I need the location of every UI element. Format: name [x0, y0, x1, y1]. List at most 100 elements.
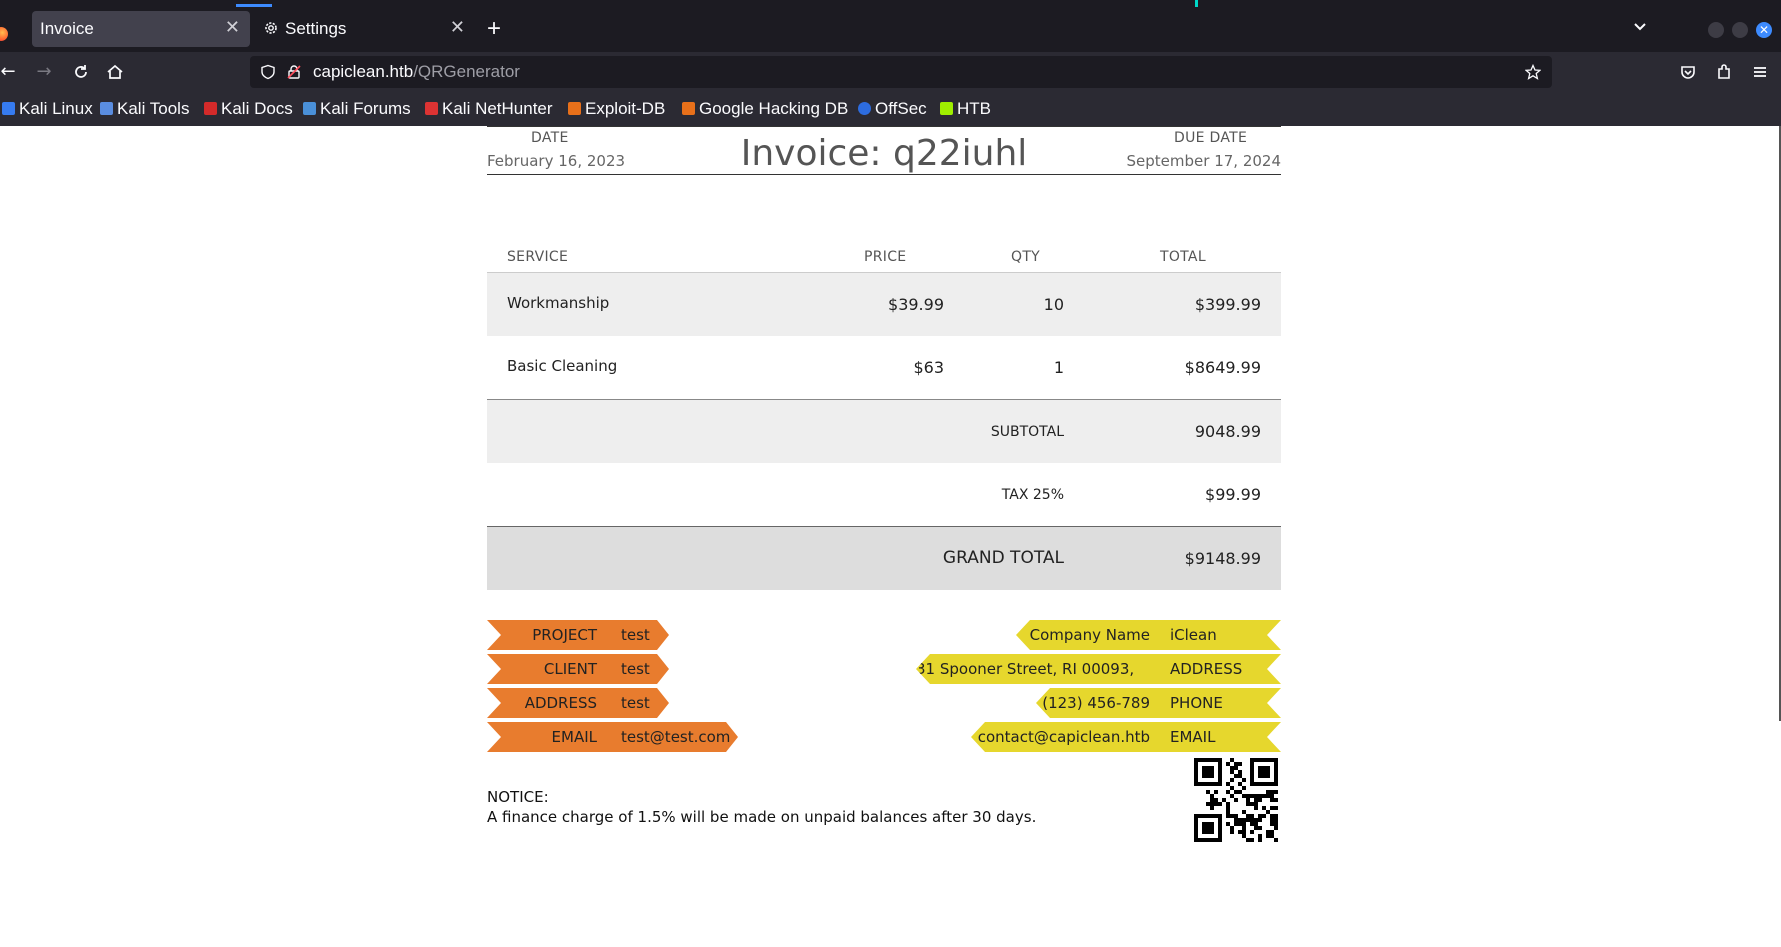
company-address-label: ADDRESS	[1170, 660, 1243, 678]
chevron-down-icon[interactable]	[1631, 18, 1649, 36]
bookmark-label: Exploit-DB	[585, 99, 666, 118]
browser-chrome: Invoice ✕ Settings ✕ + ✕ ← → capiclean.h…	[0, 0, 1781, 126]
subtotal-value: 9048.99	[1194, 422, 1261, 441]
item-total: $399.99	[1194, 295, 1261, 314]
tax-value: $99.99	[1205, 485, 1261, 504]
bookmark-label: Kali Tools	[117, 99, 190, 118]
company-phone-value: (123) 456-789	[1042, 694, 1150, 712]
bookmark-htb[interactable]: HTB	[940, 99, 991, 119]
column-total: TOTAL	[1160, 249, 1206, 265]
email-value: test@test.com	[621, 728, 731, 746]
column-service: SERVICE	[507, 249, 569, 265]
home-icon[interactable]	[105, 62, 125, 82]
grand-total-value: $9148.99	[1184, 549, 1261, 568]
address-value: test	[621, 694, 650, 712]
table-row: Basic Cleaning $63 1 $8649.99	[487, 336, 1281, 399]
bookmark-label: OffSec	[875, 99, 927, 118]
company-address-tag: 31 Spooner Street, RI 00093, US ADDRESS	[916, 654, 1281, 684]
item-price: $39.99	[888, 295, 944, 314]
item-service: Basic Cleaning	[507, 357, 618, 375]
bookmark-exploit-db[interactable]: Exploit-DB	[568, 99, 665, 119]
item-total: $8649.99	[1184, 358, 1261, 377]
lock-icon[interactable]	[286, 64, 302, 80]
tab-invoice[interactable]: Invoice ✕	[32, 11, 250, 47]
item-qty: 1	[1053, 358, 1064, 377]
kali-forums-icon	[303, 102, 316, 115]
subtotal-row: SUBTOTAL 9048.99	[487, 400, 1281, 463]
grand-total-row: GRAND TOTAL $9148.99	[487, 527, 1281, 590]
gear-icon	[265, 22, 277, 34]
notice-title: NOTICE:	[487, 788, 549, 806]
window-close-button[interactable]: ✕	[1756, 22, 1772, 38]
offsec-icon	[858, 102, 871, 115]
notice-text: A finance charge of 1.5% will be made on…	[487, 808, 1037, 826]
qr-code	[1194, 758, 1278, 842]
back-icon[interactable]: ←	[0, 62, 18, 82]
close-icon[interactable]: ✕	[450, 17, 465, 38]
bookmark-offsec[interactable]: OffSec	[858, 99, 927, 119]
column-price: PRICE	[864, 249, 907, 265]
url-host: capiclean.htb	[313, 62, 414, 81]
menu-icon[interactable]	[1750, 62, 1770, 82]
company-email-label: EMAIL	[1170, 728, 1216, 746]
email-label: EMAIL	[551, 728, 597, 746]
close-icon[interactable]: ✕	[225, 17, 240, 38]
company-name-value: iClean	[1170, 626, 1217, 644]
kali-tools-icon	[100, 102, 113, 115]
column-qty: QTY	[1011, 249, 1041, 265]
bookmark-kali-forums[interactable]: Kali Forums	[303, 99, 411, 119]
tab-settings[interactable]: Settings ✕	[257, 11, 475, 47]
exploitdb-icon	[568, 102, 581, 115]
activity-indicator-2	[1195, 0, 1198, 7]
tab-invoice-label: Invoice	[40, 19, 94, 38]
client-label: CLIENT	[543, 660, 597, 678]
table-row: Workmanship $39.99 10 $399.99	[487, 273, 1281, 336]
bookmark-label: Kali NetHunter	[442, 99, 553, 118]
ghdb-icon	[682, 102, 695, 115]
nethunter-icon	[425, 102, 438, 115]
bookmark-label: HTB	[957, 99, 991, 118]
bookmark-kali-linux[interactable]: Kali Linux	[2, 99, 93, 119]
bookmark-google-hacking-db[interactable]: Google Hacking DB	[682, 99, 848, 119]
extensions-icon[interactable]	[1714, 62, 1734, 82]
client-tag: CLIENT test	[487, 654, 669, 684]
company-phone-label: PHONE	[1170, 694, 1223, 712]
company-name-tag: Company Name iClean	[1016, 620, 1281, 650]
bookmark-label: Kali Forums	[320, 99, 411, 118]
bookmark-kali-tools[interactable]: Kali Tools	[100, 99, 189, 119]
address-label: ADDRESS	[524, 694, 597, 712]
item-service: Workmanship	[507, 294, 610, 312]
url-text[interactable]: capiclean.htb/QRGenerator	[313, 62, 520, 82]
grand-total-label: GRAND TOTAL	[942, 548, 1064, 568]
new-tab-button[interactable]: +	[487, 15, 501, 43]
pocket-icon[interactable]	[1678, 62, 1698, 82]
minimize-button[interactable]	[1708, 22, 1724, 38]
forward-icon[interactable]: →	[34, 62, 54, 82]
bookmark-label: Kali Docs	[221, 99, 293, 118]
due-date-value: September 17, 2024	[1126, 152, 1281, 170]
shield-icon[interactable]	[260, 64, 276, 80]
company-name-label: Company Name	[1029, 626, 1150, 644]
project-tag: PROJECT test	[487, 620, 669, 650]
reload-icon[interactable]	[71, 62, 91, 82]
due-date-label: DUE DATE	[1174, 130, 1248, 146]
firefox-icon	[0, 27, 8, 41]
nav-bar: ← → capiclean.htb/QRGenerator	[0, 52, 1781, 92]
tax-row: TAX 25% $99.99	[487, 463, 1281, 526]
bookmark-kali-docs[interactable]: Kali Docs	[204, 99, 293, 119]
url-bar[interactable]: capiclean.htb/QRGenerator	[250, 56, 1552, 88]
item-qty: 10	[1043, 295, 1064, 314]
star-icon[interactable]	[1525, 64, 1541, 80]
project-label: PROJECT	[532, 626, 597, 644]
company-email-value: contact@capiclean.htb	[977, 728, 1150, 746]
address-tag: ADDRESS test	[487, 688, 669, 718]
company-email-tag: contact@capiclean.htb EMAIL	[971, 722, 1281, 752]
bookmarks-toolbar: Kali Linux Kali Tools Kali Docs Kali For…	[0, 92, 1781, 126]
tab-bar: Invoice ✕ Settings ✕ + ✕	[0, 7, 1781, 52]
header-top-rule	[487, 126, 1281, 127]
header-bottom-rule	[487, 174, 1281, 175]
email-tag: EMAIL test@test.com	[487, 722, 738, 752]
bookmark-kali-nethunter[interactable]: Kali NetHunter	[425, 99, 553, 119]
subtotal-label: SUBTOTAL	[990, 424, 1064, 440]
maximize-button[interactable]	[1732, 22, 1748, 38]
